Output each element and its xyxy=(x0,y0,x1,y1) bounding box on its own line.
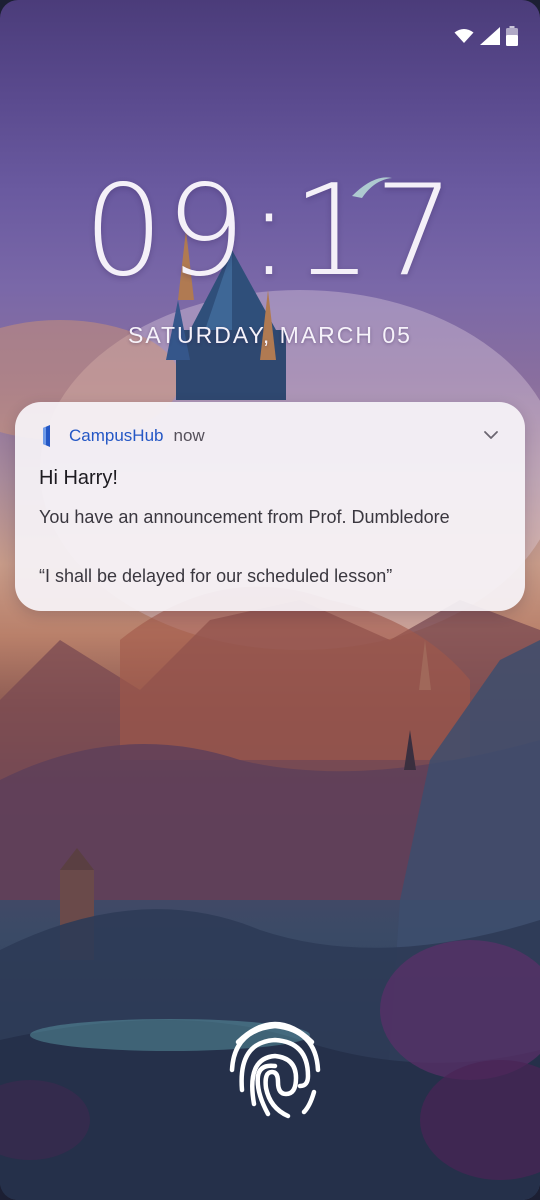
status-bar xyxy=(454,22,518,50)
fingerprint-icon[interactable] xyxy=(228,1012,322,1120)
lockscreen-clock: 09:17 xyxy=(83,157,457,304)
notification-title: Hi Harry! xyxy=(39,467,118,489)
campushub-app-icon xyxy=(43,425,50,447)
lock-screen: 09:17 SATURDAY, MARCH 05 CampusHub now H… xyxy=(0,0,540,1200)
wifi-icon xyxy=(454,29,474,43)
notification-body: You have an announcement from Prof. Dumb… xyxy=(39,507,450,527)
notification-time: now xyxy=(173,426,205,445)
chevron-down-icon[interactable] xyxy=(483,427,499,443)
notification-quote: “I shall be delayed for our scheduled le… xyxy=(39,566,393,586)
lockscreen-date: SATURDAY, MARCH 05 xyxy=(128,322,412,348)
battery-icon xyxy=(506,26,518,46)
notification-header: CampusHub now xyxy=(39,424,205,448)
notification-app-name: CampusHub xyxy=(69,426,164,445)
cellular-signal-icon xyxy=(480,27,500,45)
